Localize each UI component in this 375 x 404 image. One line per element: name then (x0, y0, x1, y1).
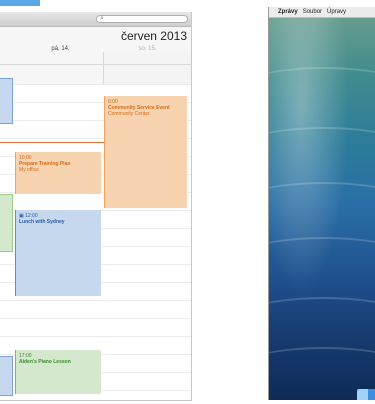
menu-item-file[interactable]: Soubor (303, 7, 322, 17)
search-icon: ⌕ (100, 15, 104, 22)
month-title: červen 2013 (120, 29, 187, 43)
event-thursday-blue-top[interactable] (0, 78, 13, 124)
event-lunch-sydney[interactable]: ▣ 12:00 Lunch with Sydney (15, 210, 101, 296)
current-time-line (0, 142, 104, 143)
menu-app-name[interactable]: Zprávy (278, 7, 298, 17)
event-thursday-green[interactable] (0, 194, 13, 252)
finder-icon[interactable] (357, 389, 375, 400)
day-header-friday[interactable]: pá, 14. (18, 46, 103, 52)
desktop-wallpaper: Zprávy Soubor Úpravy (268, 7, 375, 400)
event-prepare-training[interactable]: 10:00 Prepare Training Plan My office (15, 152, 101, 194)
menu-bar: Zprávy Soubor Úpravy (269, 7, 375, 18)
menu-item-edit[interactable]: Úpravy (327, 7, 346, 17)
day-header-saturday[interactable]: so, 15. (104, 46, 191, 52)
calendar-toolbar: ⌕ (0, 12, 191, 27)
search-input[interactable]: ⌕ (96, 15, 188, 23)
event-community-service[interactable]: 8:00 Community Service Event Community C… (104, 96, 187, 208)
calendar-window: ⌕ červen 2013 pá, 14. so, 15. 8:00 Commu… (0, 12, 192, 401)
all-day-separator (0, 64, 191, 65)
top-accent-strip (0, 0, 40, 6)
event-thursday-blue-bottom[interactable] (0, 356, 13, 396)
event-piano-lesson[interactable]: 17:00 Aiden's Piano Lesson (15, 350, 101, 394)
